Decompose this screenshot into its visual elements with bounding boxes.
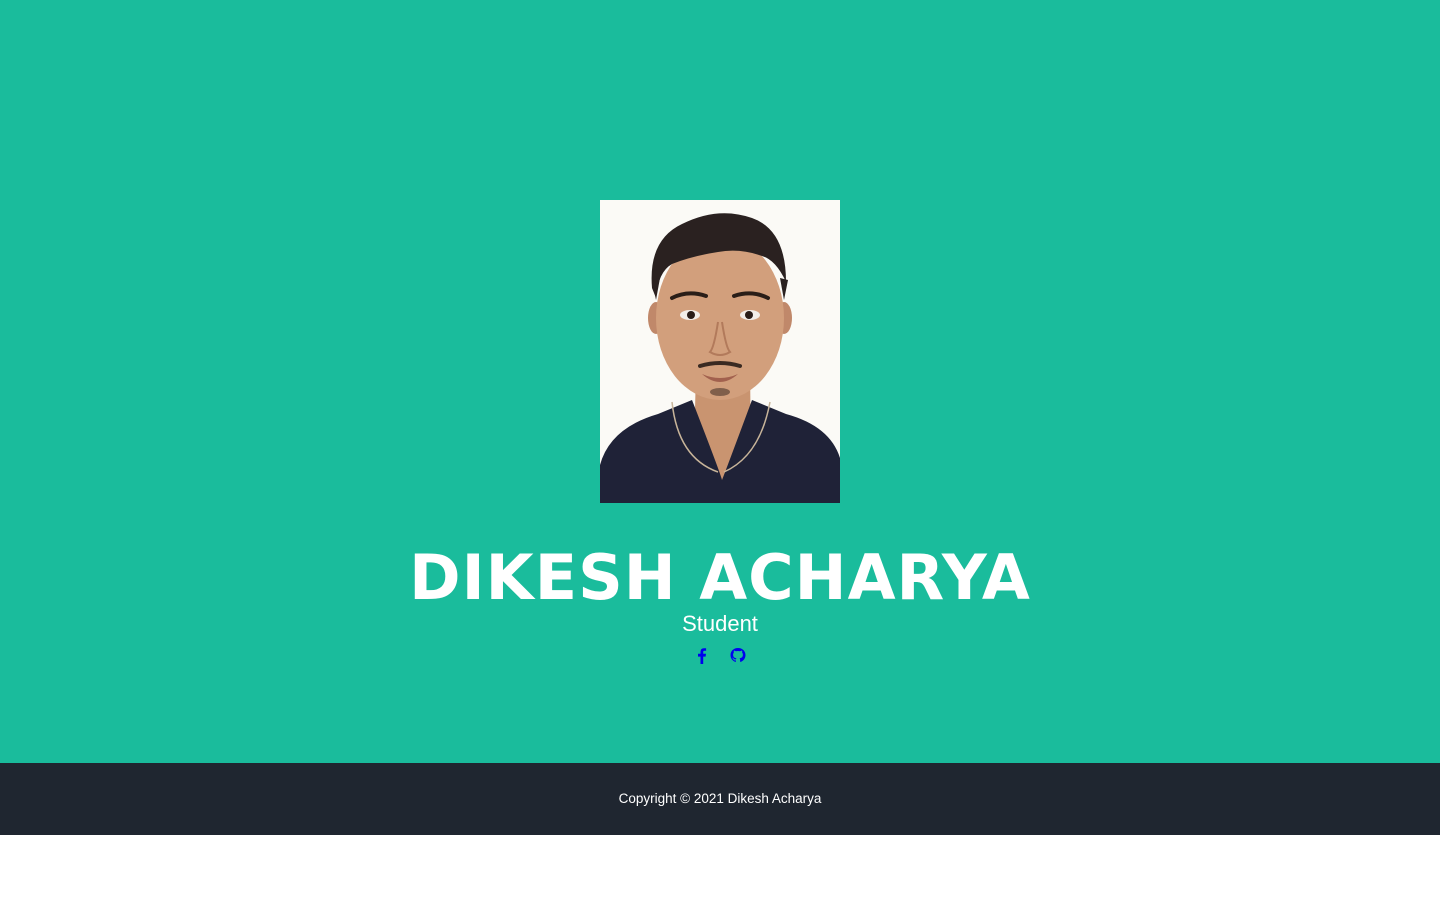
profile-photo-image xyxy=(600,200,840,503)
facebook-link[interactable] xyxy=(693,644,711,666)
copyright-text: Copyright © 2021 Dikesh Acharya xyxy=(618,791,822,806)
github-link[interactable] xyxy=(729,644,747,666)
github-icon xyxy=(730,648,746,662)
profile-role: Student xyxy=(682,611,758,636)
social-links xyxy=(0,644,1440,666)
facebook-icon xyxy=(698,648,707,664)
hero-section: DIKESH ACHARYA Student xyxy=(0,0,1440,763)
profile-photo xyxy=(600,200,840,503)
footer: Copyright © 2021 Dikesh Acharya xyxy=(0,763,1440,835)
profile-name: DIKESH ACHARYA xyxy=(409,541,1031,614)
